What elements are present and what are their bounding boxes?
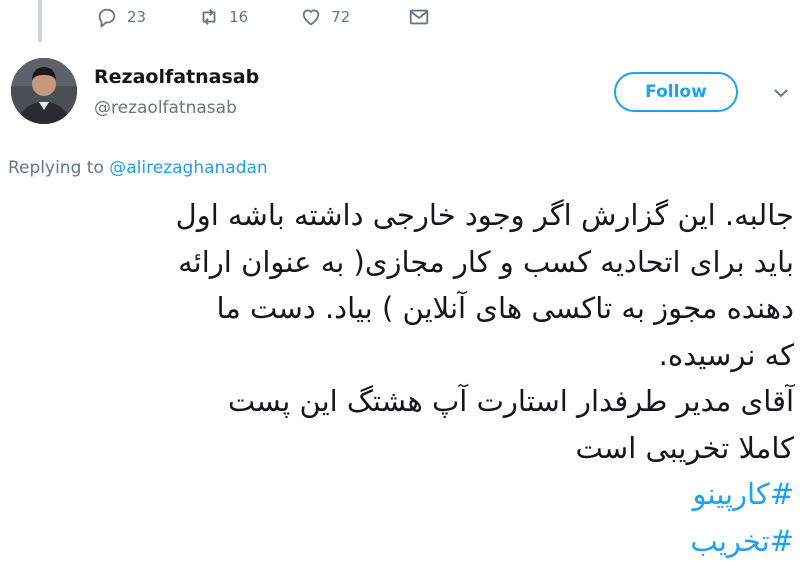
replying-to-mention[interactable]: @alirezaghanadan — [109, 158, 267, 178]
retweet-count: 16 — [229, 8, 248, 26]
tweet-line: جالبه. این گزارش اگر وجود خارجی داشته با… — [8, 192, 794, 239]
tweet-line: آقای مدیر طرفدار استارت آپ هشتگ این پست — [8, 378, 794, 425]
thread-line — [38, 0, 42, 42]
direct-message-action[interactable] — [408, 6, 439, 28]
reply-count: 23 — [127, 8, 146, 26]
display-name[interactable]: Rezaolfatnasab — [94, 66, 259, 88]
retweet-icon — [198, 6, 220, 28]
user-photo — [11, 58, 77, 124]
reply-action[interactable]: 23 — [96, 6, 146, 28]
avatar[interactable] — [11, 58, 77, 124]
hashtag-link[interactable]: #کارپینو — [8, 471, 794, 518]
envelope-icon — [408, 6, 430, 28]
tweet-text: جالبه. این گزارش اگر وجود خارجی داشته با… — [8, 192, 794, 564]
heart-icon — [300, 6, 322, 28]
tweet-line: کاملا تخریبی است — [8, 425, 794, 472]
reply-icon — [96, 6, 118, 28]
tweet-actions-bar: 23 16 72 — [96, 0, 439, 34]
chevron-down-icon[interactable] — [772, 84, 790, 102]
like-count: 72 — [331, 8, 350, 26]
tweet-line: باید برای اتحادیه کسب و کار مجازی( به عن… — [8, 239, 794, 286]
hashtag-link[interactable]: #تخریب — [8, 518, 794, 564]
follow-button[interactable]: Follow — [614, 72, 738, 112]
user-handle[interactable]: @rezaolfatnasab — [94, 98, 237, 118]
like-action[interactable]: 72 — [300, 6, 350, 28]
tweet-line: دهنده مجوز به تاکسی های آنلاین ) بیاد. د… — [8, 285, 794, 332]
replying-to-label: Replying to — [8, 158, 109, 178]
replying-to-line: Replying to @alirezaghanadan — [8, 158, 268, 178]
tweet-line: که نرسیده. — [8, 332, 794, 379]
retweet-action[interactable]: 16 — [198, 6, 248, 28]
